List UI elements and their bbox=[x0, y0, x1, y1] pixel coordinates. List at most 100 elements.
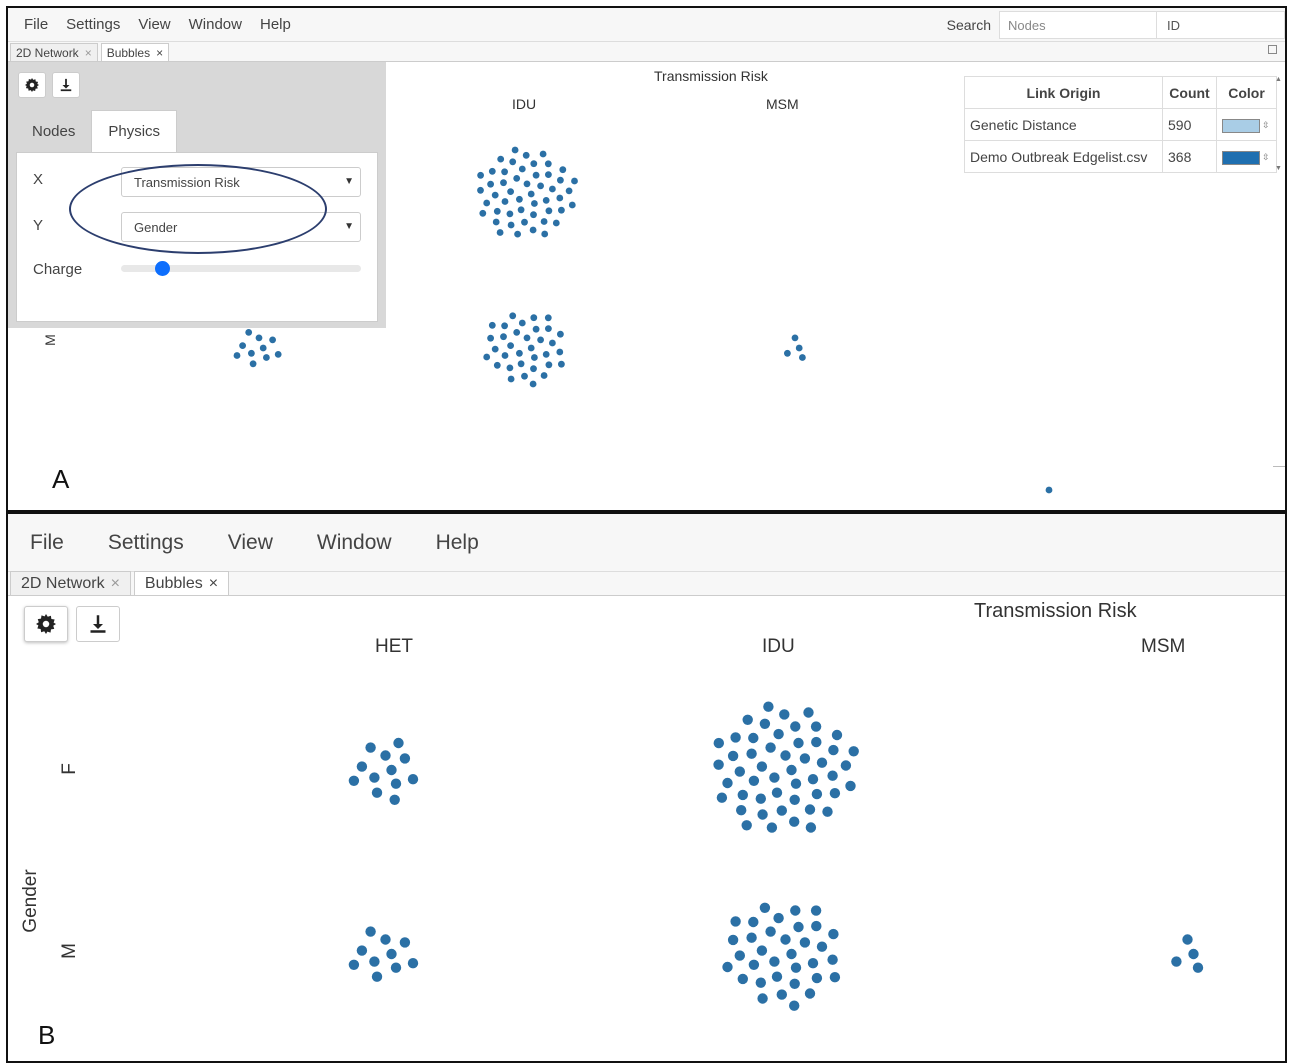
node-idu-f[interactable] bbox=[530, 160, 538, 168]
node-idu-f[interactable] bbox=[556, 194, 564, 202]
node-idu-m[interactable] bbox=[537, 336, 544, 344]
node-idu-m[interactable] bbox=[799, 937, 811, 948]
node-idu-f[interactable] bbox=[507, 221, 515, 229]
node-idu-f[interactable] bbox=[805, 822, 817, 833]
node-idu-f[interactable] bbox=[497, 155, 505, 163]
node-idu-f[interactable] bbox=[496, 229, 504, 236]
node-idu-f[interactable] bbox=[811, 736, 822, 748]
node-idu-f[interactable] bbox=[757, 809, 768, 820]
node-idu-f[interactable] bbox=[748, 732, 759, 744]
node-idu-f[interactable] bbox=[493, 207, 501, 215]
node-idu-m[interactable] bbox=[491, 345, 499, 353]
menu-window[interactable]: Window bbox=[317, 531, 392, 555]
node-idu-f[interactable] bbox=[565, 187, 573, 195]
spinner-icon[interactable]: ⇳ bbox=[1262, 120, 1270, 130]
node-idu-f[interactable] bbox=[722, 777, 733, 789]
node-het-m[interactable] bbox=[371, 971, 383, 982]
node-idu-f[interactable] bbox=[521, 218, 528, 226]
node-idu-f[interactable] bbox=[571, 177, 578, 185]
menu-help[interactable]: Help bbox=[436, 531, 479, 555]
node-idu-m[interactable] bbox=[487, 334, 494, 342]
node-idu-f[interactable] bbox=[827, 770, 838, 781]
node-idu-f[interactable] bbox=[552, 219, 560, 227]
node-idu-m[interactable] bbox=[771, 971, 783, 982]
node-idu-m[interactable] bbox=[804, 988, 816, 999]
node-idu-f[interactable] bbox=[773, 728, 784, 740]
node-idu-m[interactable] bbox=[545, 361, 553, 369]
tab-2d-network[interactable]: 2D Network × bbox=[10, 43, 98, 61]
node-idu-f[interactable] bbox=[848, 746, 859, 757]
node-idu-m[interactable] bbox=[748, 916, 759, 928]
close-icon[interactable]: × bbox=[156, 46, 163, 60]
node-idu-f[interactable] bbox=[742, 714, 753, 725]
node-het-m[interactable] bbox=[369, 956, 380, 967]
node-idu-f[interactable] bbox=[816, 757, 828, 768]
menu-file[interactable]: File bbox=[30, 531, 64, 555]
node-het-m[interactable] bbox=[249, 360, 257, 368]
node-idu-f[interactable] bbox=[542, 197, 550, 204]
node-idu-m[interactable] bbox=[759, 902, 771, 913]
node-idu-f[interactable] bbox=[822, 806, 833, 817]
node-idu-m[interactable] bbox=[786, 948, 797, 960]
node-idu-m[interactable] bbox=[558, 360, 565, 368]
node-idu-f[interactable] bbox=[716, 792, 728, 803]
node-idu-m[interactable] bbox=[816, 941, 828, 952]
node-idu-m[interactable] bbox=[722, 961, 733, 973]
node-idu-m[interactable] bbox=[507, 375, 515, 383]
node-idu-m[interactable] bbox=[488, 321, 496, 329]
node-het-f[interactable] bbox=[371, 787, 383, 798]
close-icon[interactable]: × bbox=[85, 46, 92, 60]
node-idu-m[interactable] bbox=[746, 932, 757, 943]
node-idu-f[interactable] bbox=[511, 146, 519, 154]
node-idu-m[interactable] bbox=[757, 993, 768, 1004]
node-idu-f[interactable] bbox=[506, 210, 514, 218]
node-idu-f[interactable] bbox=[539, 150, 547, 158]
node-idu-m[interactable] bbox=[483, 353, 491, 361]
node-idu-f[interactable] bbox=[523, 180, 531, 188]
node-msm-m[interactable] bbox=[1182, 934, 1193, 945]
node-idu-f[interactable] bbox=[755, 793, 766, 804]
node-idu-m[interactable] bbox=[493, 361, 501, 369]
charge-slider[interactable] bbox=[121, 261, 361, 276]
node-idu-m[interactable] bbox=[790, 962, 802, 973]
node-idu-f[interactable] bbox=[771, 787, 783, 798]
node-idu-f[interactable] bbox=[756, 761, 768, 772]
node-idu-m[interactable] bbox=[811, 972, 823, 984]
node-idu-f[interactable] bbox=[507, 188, 514, 196]
node-idu-f[interactable] bbox=[811, 788, 823, 800]
node-idu-f[interactable] bbox=[804, 804, 816, 815]
node-idu-m[interactable] bbox=[776, 989, 787, 1000]
node-idu-f[interactable] bbox=[790, 778, 802, 789]
node-idu-f[interactable] bbox=[748, 775, 760, 786]
subtab-physics[interactable]: Physics bbox=[91, 110, 178, 152]
node-het-m[interactable] bbox=[259, 344, 267, 352]
node-idu-m[interactable] bbox=[828, 928, 839, 940]
node-msm-m[interactable] bbox=[795, 344, 803, 352]
node-idu-m[interactable] bbox=[748, 959, 760, 970]
node-idu-f[interactable] bbox=[500, 179, 507, 187]
node-het-f[interactable] bbox=[386, 764, 397, 776]
node-idu-f[interactable] bbox=[799, 753, 811, 764]
node-idu-f[interactable] bbox=[766, 822, 778, 833]
menu-view[interactable]: View bbox=[138, 16, 170, 33]
node-idu-f[interactable] bbox=[776, 805, 787, 816]
node-idu-m[interactable] bbox=[545, 325, 552, 332]
node-idu-f[interactable] bbox=[769, 772, 780, 783]
node-idu-f[interactable] bbox=[532, 171, 540, 179]
maximize-icon[interactable] bbox=[1268, 45, 1277, 54]
node-idu-m[interactable] bbox=[506, 364, 514, 372]
node-idu-m[interactable] bbox=[500, 333, 507, 341]
node-idu-m[interactable] bbox=[829, 972, 841, 983]
menu-settings[interactable]: Settings bbox=[66, 16, 120, 33]
node-idu-f[interactable] bbox=[713, 759, 724, 770]
node-idu-m[interactable] bbox=[518, 319, 526, 327]
node-idu-f[interactable] bbox=[549, 185, 556, 193]
node-idu-m[interactable] bbox=[790, 905, 801, 916]
node-idu-m[interactable] bbox=[773, 912, 784, 924]
node-idu-f[interactable] bbox=[559, 166, 567, 174]
node-idu-f[interactable] bbox=[488, 167, 496, 175]
node-idu-f[interactable] bbox=[779, 709, 790, 720]
node-het-m[interactable] bbox=[255, 334, 263, 342]
color-picker[interactable] bbox=[1222, 118, 1260, 133]
node-idu-f[interactable] bbox=[736, 805, 747, 816]
